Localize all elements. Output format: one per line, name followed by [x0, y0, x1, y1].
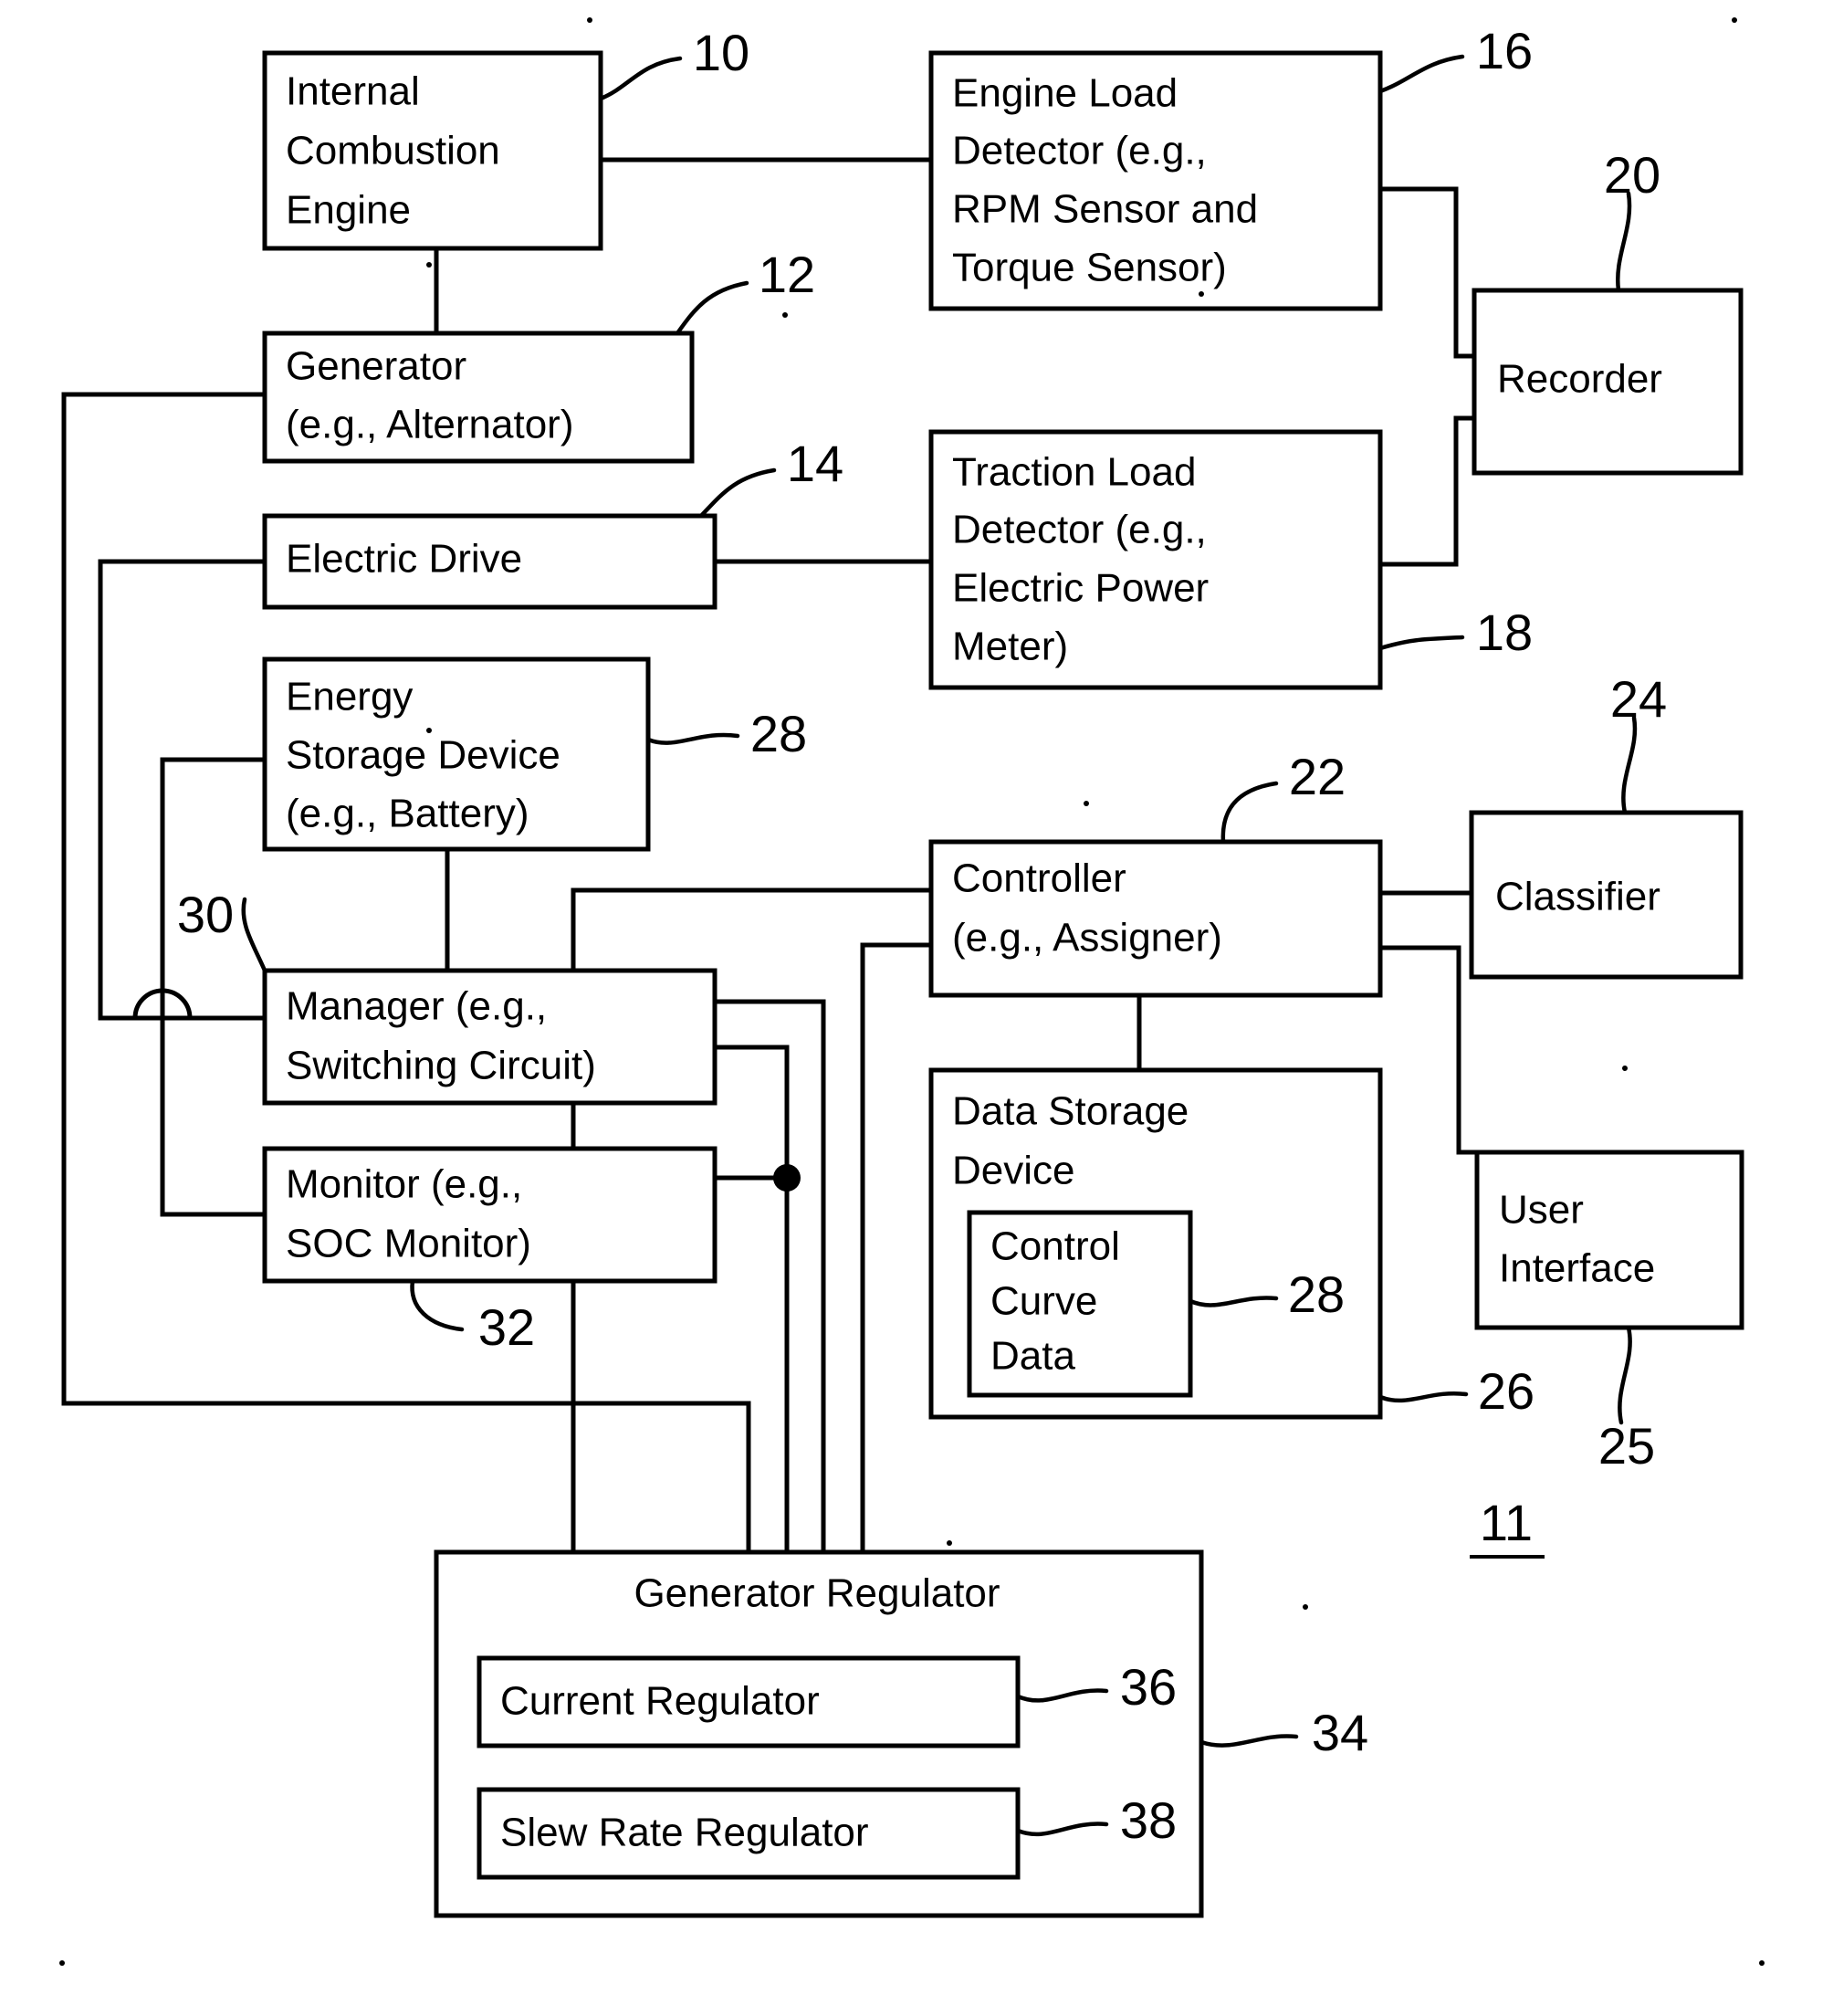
node-engine-load-detector[interactable]: Engine Load Detector (e.g., RPM Sensor a… [928, 50, 1383, 311]
electricdrive-label-line1: Electric Drive [286, 537, 522, 582]
controller-label-line2: (e.g., Assigner) [952, 916, 1222, 961]
ref-number-16: 16 [1476, 22, 1533, 79]
leader-16 [1377, 54, 1465, 94]
generator-label-line1: Generator [286, 344, 466, 389]
ref-number-30: 30 [177, 886, 234, 943]
engineload-label-line4: Torque Sensor) [952, 246, 1227, 290]
leader-28-battery [645, 732, 740, 745]
engine-label-line2: Combustion [286, 129, 500, 173]
node-slew-rate-regulator[interactable]: Slew Rate Regulator [477, 1787, 1021, 1880]
engineload-label-line3: RPM Sensor and [952, 187, 1258, 232]
controlcurve-label-line3: Data [990, 1334, 1075, 1379]
leader-25 [1618, 1325, 1632, 1425]
wire-controller-to-userinterface [1377, 945, 1480, 1155]
monitor-label-line2: SOC Monitor) [286, 1222, 531, 1266]
userinterface-label-line2: Interface [1499, 1246, 1655, 1291]
leader-14 [698, 467, 777, 519]
tractionload-label-line1: Traction Load [952, 450, 1196, 495]
leader-10 [598, 56, 683, 101]
diagram-canvas: Internal Combustion Engine 10 Generator … [59, 17, 1765, 1966]
leader-12 [675, 280, 749, 336]
figure-number-text: 11 [1480, 1494, 1533, 1551]
ref-number-34: 34 [1312, 1704, 1368, 1761]
leader-26 [1377, 1391, 1469, 1403]
ref-number-32: 32 [478, 1298, 535, 1356]
ref-number-36: 36 [1120, 1658, 1177, 1716]
ref-number-25: 25 [1598, 1417, 1655, 1475]
ref-number-38: 38 [1120, 1791, 1177, 1849]
leader-34 [1199, 1734, 1299, 1748]
figure-number: 11 [1470, 1494, 1545, 1559]
wire-tractionload-to-recorder [1377, 415, 1477, 567]
node-generator-regulator[interactable]: Generator Regulator Current Regulator Sl… [434, 1549, 1204, 1918]
tractionload-label-line2: Detector (e.g., [952, 508, 1207, 552]
ref-number-28-curve: 28 [1288, 1265, 1345, 1323]
leader-30 [241, 897, 267, 973]
leader-24 [1621, 715, 1638, 815]
ref-number-10: 10 [693, 24, 749, 81]
node-control-curve-data[interactable]: Control Curve Data [967, 1210, 1193, 1398]
controller-label-line1: Controller [952, 856, 1126, 901]
node-user-interface[interactable]: User Interface [1474, 1150, 1744, 1330]
monitor-label-line1: Monitor (e.g., [286, 1162, 522, 1207]
wire-energystorage-to-monitor-bus [160, 757, 267, 1217]
patent-figure-root: Internal Combustion Engine 10 Generator … [0, 0, 1833, 2016]
classifier-label-line1: Classifier [1495, 875, 1660, 919]
energystorage-label-line2: Storage Device [286, 733, 560, 778]
controlcurve-label-line2: Curve [990, 1279, 1097, 1324]
node-manager[interactable]: Manager (e.g., Switching Circuit) [262, 968, 717, 1106]
ref-number-14: 14 [787, 435, 843, 492]
generator-label-line2: (e.g., Alternator) [286, 403, 573, 447]
manager-label-line2: Switching Circuit) [286, 1044, 596, 1088]
currentreg-label-line1: Current Regulator [500, 1679, 820, 1724]
tractionload-label-line3: Electric Power [952, 566, 1209, 611]
node-classifier[interactable]: Classifier [1469, 810, 1744, 980]
leader-18 [1377, 635, 1465, 651]
datastorage-label-line1: Data Storage [952, 1089, 1189, 1134]
engine-label-line3: Engine [286, 188, 411, 233]
leader-22 [1220, 781, 1279, 845]
controlcurve-label-line1: Control [990, 1224, 1120, 1269]
wire-engineload-to-recorder [1377, 186, 1477, 359]
node-internal-combustion-engine[interactable]: Internal Combustion Engine [262, 50, 603, 251]
node-current-regulator[interactable]: Current Regulator [477, 1655, 1021, 1748]
manager-label-line1: Manager (e.g., [286, 984, 547, 1029]
node-traction-load-detector[interactable]: Traction Load Detector (e.g., Electric P… [928, 429, 1383, 690]
node-data-storage-device[interactable]: Data Storage Device Control Curve Data [928, 1067, 1383, 1420]
leader-32 [410, 1278, 465, 1332]
ref-number-12: 12 [759, 246, 815, 303]
energystorage-label-line1: Energy [286, 675, 413, 719]
wire-controller-to-genregulator [860, 942, 934, 1555]
node-energy-storage-device[interactable]: Energy Storage Device (e.g., Battery) [262, 656, 651, 852]
userinterface-label-line1: User [1499, 1188, 1584, 1233]
ref-number-26: 26 [1478, 1362, 1534, 1420]
node-box-userinterface [1474, 1150, 1744, 1330]
node-electric-drive[interactable]: Electric Drive [262, 513, 717, 610]
datastorage-label-line2: Device [952, 1149, 1075, 1193]
ref-number-20: 20 [1604, 146, 1660, 204]
tractionload-label-line4: Meter) [952, 625, 1068, 669]
wire-manager-to-genregulator-a [712, 999, 826, 1555]
slewreg-label-line1: Slew Rate Regulator [500, 1811, 869, 1855]
ref-number-18: 18 [1476, 604, 1533, 661]
wire-electricdrive-to-manager-bus [98, 559, 267, 1021]
engineload-label-line1: Engine Load [952, 71, 1178, 116]
node-generator[interactable]: Generator (e.g., Alternator) [262, 331, 695, 464]
engineload-label-line2: Detector (e.g., [952, 129, 1207, 173]
genregulator-label-line1: Generator Regulator [634, 1571, 1000, 1616]
node-controller[interactable]: Controller (e.g., Assigner) [928, 839, 1383, 998]
node-monitor[interactable]: Monitor (e.g., SOC Monitor) [262, 1146, 717, 1284]
engine-label-line1: Internal [286, 69, 420, 114]
junction-dot [773, 1164, 801, 1192]
ref-number-28-battery: 28 [750, 705, 807, 762]
ref-number-24: 24 [1610, 670, 1667, 728]
ref-number-22: 22 [1289, 748, 1346, 805]
energystorage-label-line3: (e.g., Battery) [286, 792, 529, 836]
recorder-label-line1: Recorder [1497, 357, 1662, 402]
node-recorder[interactable]: Recorder [1472, 288, 1744, 476]
leader-20 [1616, 191, 1632, 293]
